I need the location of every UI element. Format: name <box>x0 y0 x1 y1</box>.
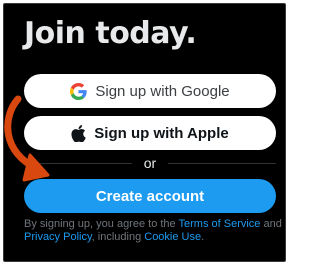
terms-of-service-link[interactable]: Terms of Service <box>179 218 261 230</box>
privacy-policy-link[interactable]: Privacy Policy <box>24 231 92 243</box>
sign-up-with-apple-button[interactable]: Sign up with Apple <box>24 116 276 150</box>
apple-icon <box>71 124 87 142</box>
legal-text: By signing up, you agree to the Terms of… <box>24 218 285 244</box>
create-account-button[interactable]: Create account <box>24 179 276 213</box>
google-button-label: Sign up with Google <box>95 82 230 100</box>
google-icon <box>70 82 87 100</box>
sign-up-with-google-button[interactable]: Sign up with Google <box>24 74 276 108</box>
page-title: Join today. <box>24 16 197 51</box>
apple-button-label: Sign up with Apple <box>94 124 229 142</box>
divider-line-right <box>168 163 276 164</box>
legal-and: and <box>260 218 282 230</box>
legal-middle: , including <box>91 231 145 243</box>
cookie-use-link[interactable]: Cookie Use <box>144 231 201 243</box>
signup-panel: Join today. Sign up with Google Sign up … <box>3 3 286 262</box>
legal-prefix: By signing up, you agree to the <box>24 218 179 230</box>
legal-suffix: . <box>201 231 205 243</box>
or-divider: or <box>24 155 276 171</box>
create-account-label: Create account <box>95 187 205 205</box>
